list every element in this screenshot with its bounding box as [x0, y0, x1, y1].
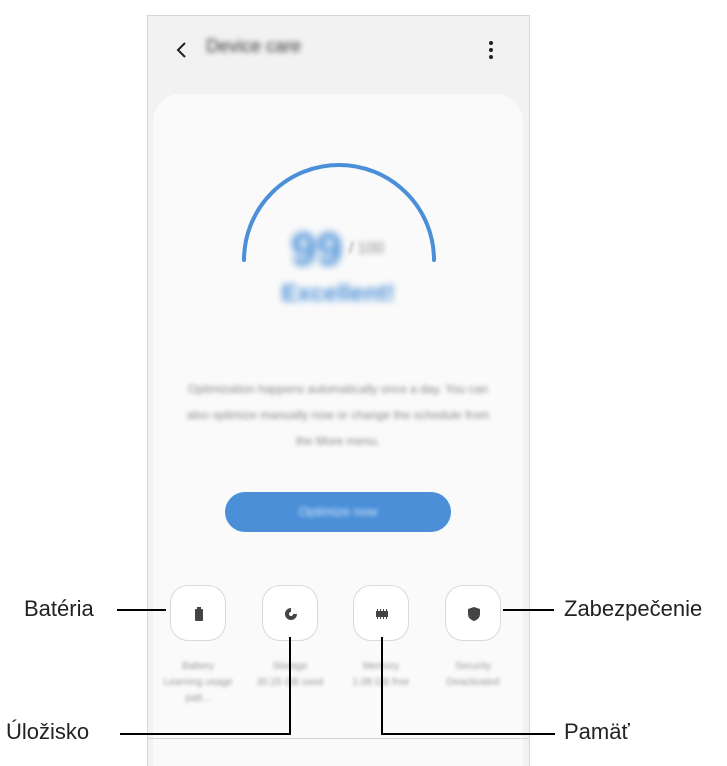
security-callout-line — [503, 609, 554, 611]
battery-tile-value: Learning usage patt... — [163, 677, 233, 704]
phone-screen: Device care 99 /100 Excellent! Optimizat… — [147, 15, 530, 766]
device-care-card: 99 /100 Excellent! Optimization happens … — [153, 94, 523, 766]
score-value: 99 — [291, 223, 343, 275]
battery-icon — [195, 607, 203, 621]
memory-tile[interactable] — [353, 585, 409, 641]
more-vertical-icon — [483, 41, 499, 59]
score-status: Excellent! — [281, 280, 395, 307]
score-separator: / — [349, 240, 354, 257]
bottom-divider — [147, 738, 530, 739]
storage-callout-line-vertical — [289, 637, 291, 735]
page-title: Device care — [206, 36, 302, 56]
storage-pie-icon — [285, 608, 297, 620]
security-callout: Zabezpečenie — [564, 596, 703, 621]
battery-tile-title: Battery — [182, 661, 214, 672]
storage-callout: Úložisko — [6, 719, 90, 744]
security-tile[interactable] — [445, 585, 501, 641]
storage-tile[interactable] — [262, 585, 318, 641]
score-max: /100 — [349, 240, 384, 258]
memory-callout: Pamäť — [564, 719, 630, 744]
security-tile-value: Deactivated — [446, 677, 500, 688]
memory-callout-line-horizontal — [381, 733, 555, 735]
score-max-value: 100 — [357, 240, 385, 257]
battery-tile[interactable] — [170, 585, 226, 641]
optimize-now-button[interactable]: Optimize now — [225, 492, 451, 532]
storage-callout-line-horizontal — [120, 733, 291, 735]
app-bar: Device care — [148, 16, 529, 86]
security-tile-title: Security — [454, 661, 492, 672]
optimization-description: Optimization happens automatically once … — [186, 382, 490, 448]
memory-chip-icon — [376, 609, 388, 619]
security-tile-label: Security Deactivated — [428, 659, 518, 691]
security-shield-icon — [468, 607, 480, 621]
more-options-button[interactable] — [483, 38, 499, 64]
back-button[interactable] — [170, 38, 194, 62]
battery-callout-line — [117, 609, 166, 611]
battery-callout: Batéria — [24, 596, 94, 621]
chevron-left-icon — [176, 42, 186, 58]
battery-tile-label: Battery Learning usage patt... — [153, 659, 243, 707]
memory-callout-line-vertical — [381, 637, 383, 735]
optimize-now-label: Optimize now — [298, 504, 378, 519]
